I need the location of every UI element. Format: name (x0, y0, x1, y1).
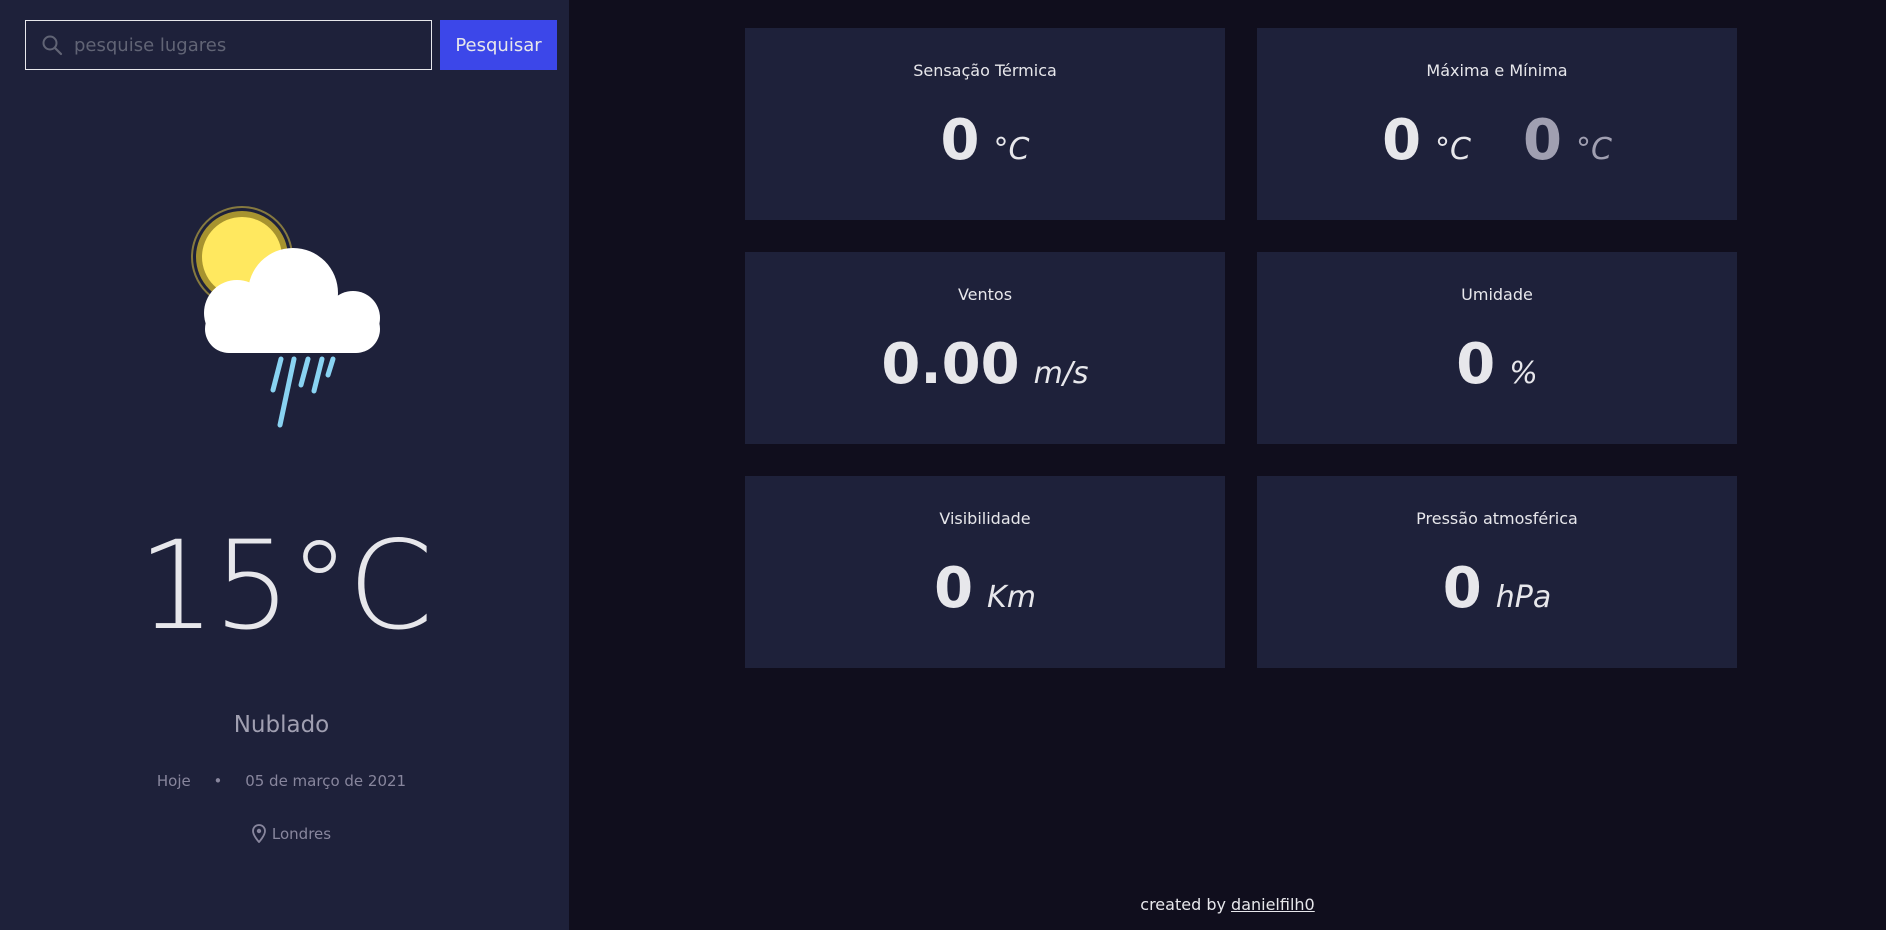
search-box[interactable] (25, 20, 432, 70)
search-icon (42, 35, 63, 56)
card-value-row: 0 °C (745, 108, 1225, 173)
current-temperature: 15°C (137, 515, 433, 657)
date-text: 05 de março de 2021 (245, 772, 407, 790)
visibility-unit: Km (987, 580, 1036, 615)
max-temp-value: 0 (1382, 108, 1422, 173)
min-temp-unit: °C (1575, 132, 1612, 167)
max-temp-unit: °C (1435, 132, 1471, 167)
humidity-value: 0 (1456, 332, 1496, 397)
card-value-row: 0.00 m/s (745, 332, 1225, 397)
location-name: Londres (271, 824, 332, 843)
visibility-value: 0 (934, 556, 974, 621)
location: Londres (0, 824, 583, 843)
pressure-card: Pressão atmosférica 0 hPa (1257, 476, 1737, 668)
pressure-value: 0 (1442, 556, 1482, 621)
feels-like-unit: °C (993, 132, 1030, 167)
sidebar: Pesquisar 15°C Nublado Hoje • 05 (0, 0, 569, 930)
card-value-row: 0 % (1257, 332, 1737, 397)
card-value-row: 0 hPa (1257, 556, 1737, 621)
card-title: Máxima e Mínima (1426, 61, 1568, 80)
pressure-unit: hPa (1495, 580, 1552, 615)
feels-like-card: Sensação Térmica 0 °C (745, 28, 1225, 220)
card-value-row: 0 Km (745, 556, 1225, 621)
card-value-row: 0 °C 0 °C (1257, 108, 1737, 173)
search-button[interactable]: Pesquisar (440, 20, 557, 70)
footer-prefix: created by (1140, 895, 1226, 914)
card-title: Visibilidade (939, 509, 1031, 528)
weather-condition: Nublado (233, 712, 330, 738)
day-label: Hoje (156, 772, 191, 790)
wind-unit: m/s (1033, 356, 1089, 391)
date-line: Hoje • 05 de março de 2021 (0, 772, 563, 790)
min-temp-value: 0 (1523, 108, 1562, 173)
wind-value: 0.00 (881, 332, 1020, 397)
card-title: Ventos (957, 285, 1013, 304)
card-title: Pressão atmosférica (1416, 509, 1578, 528)
humidity-unit: % (1509, 356, 1538, 391)
wind-card: Ventos 0.00 m/s (745, 252, 1225, 444)
feels-like-value: 0 (940, 108, 980, 173)
visibility-card: Visibilidade 0 Km (745, 476, 1225, 668)
card-title: Umidade (1461, 285, 1533, 304)
separator-dot: • (213, 772, 223, 790)
footer: created by danielfilh0 (569, 895, 1886, 914)
author-link[interactable]: danielfilh0 (1231, 895, 1315, 914)
search-input[interactable] (74, 34, 404, 56)
sun-cloud-rain-icon (185, 205, 385, 439)
location-pin-icon (252, 824, 266, 843)
card-title: Sensação Térmica (913, 61, 1057, 80)
humidity-card: Umidade 0 % (1257, 252, 1737, 444)
max-min-card: Máxima e Mínima 0 °C 0 °C (1257, 28, 1737, 220)
